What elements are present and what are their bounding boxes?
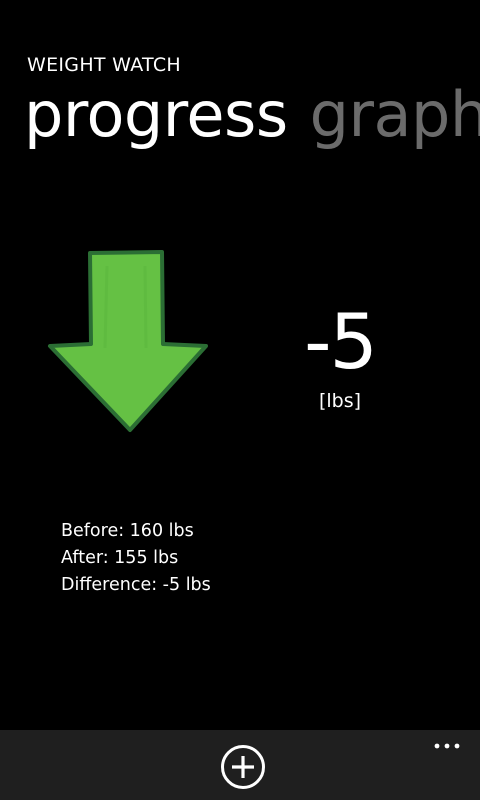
app-title: WEIGHT WATCH — [27, 54, 181, 76]
pivot-header-graph[interactable]: graph — [310, 84, 480, 146]
after-weight: After: 155 lbs — [61, 548, 179, 568]
weight-change-unit: [lbs] — [318, 390, 362, 412]
app-bar — [0, 730, 480, 800]
pivot-headers: progress graph — [24, 84, 480, 146]
add-circle-icon — [221, 745, 265, 789]
pivot-header-progress[interactable]: progress — [24, 84, 288, 146]
arrow-down-icon — [45, 248, 211, 434]
more-button[interactable] — [425, 734, 469, 756]
difference-weight: Difference: -5 lbs — [61, 575, 211, 595]
before-weight: Before: 160 lbs — [61, 521, 194, 541]
more-ellipsis-icon — [434, 743, 460, 749]
weight-change-value: -5 — [304, 297, 378, 386]
add-button[interactable] — [220, 744, 266, 790]
weight-summary: Before: 160 lbs After: 155 lbs Differenc… — [61, 518, 211, 599]
